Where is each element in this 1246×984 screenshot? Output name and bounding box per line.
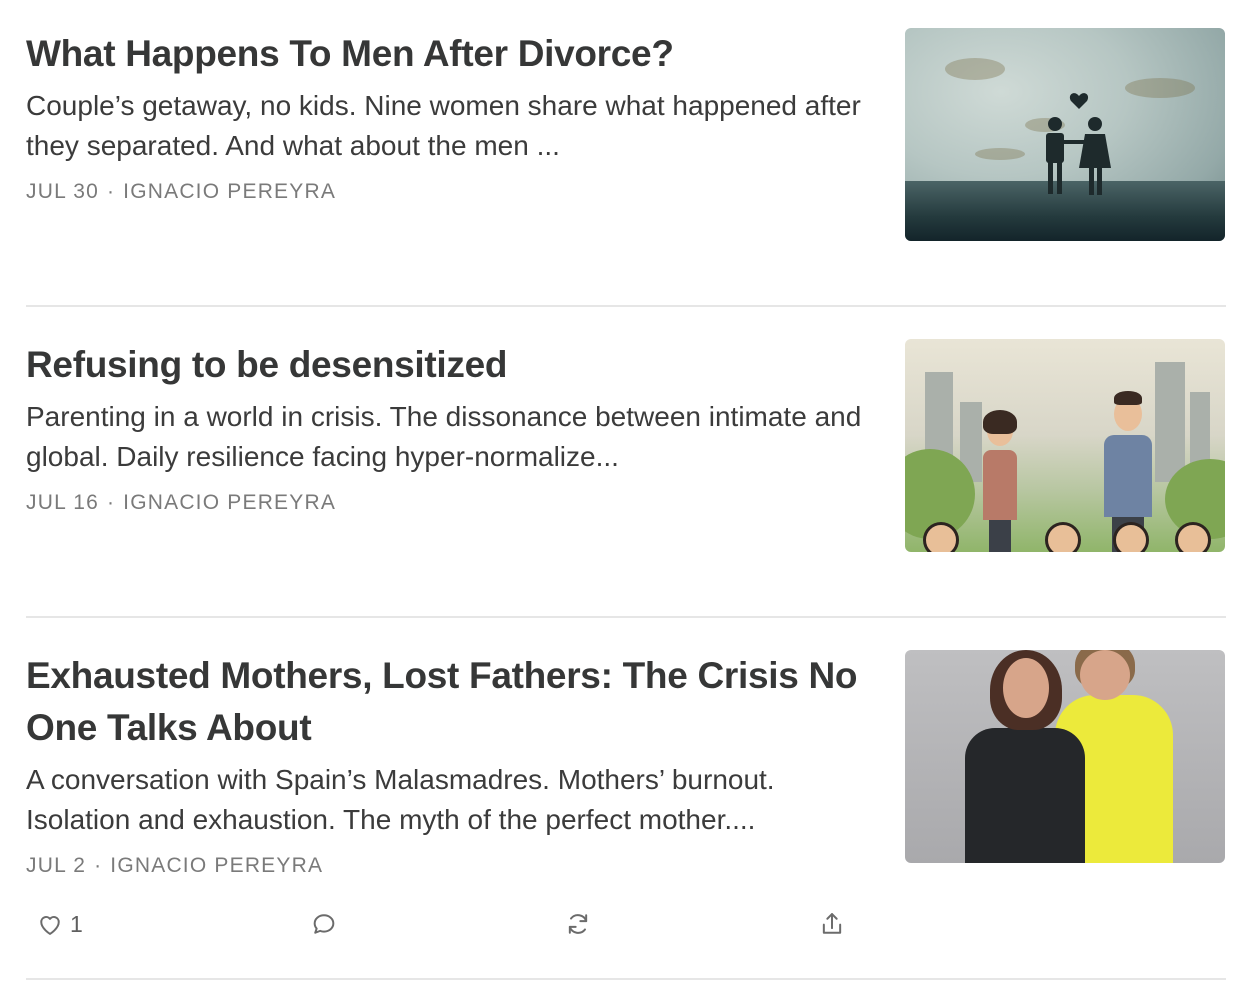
post-author[interactable]: IGNACIO PEREYRA [123, 491, 336, 514]
post-date: JUL 16 [26, 491, 99, 514]
post-action-bar: 1 [26, 902, 856, 946]
heart-icon [40, 916, 60, 935]
post-subtitle: A conversation with Spain’s Malasmadres.… [26, 764, 775, 835]
post-text: Exhausted Mothers, Lost Fathers: The Cri… [26, 650, 876, 878]
comment-icon [313, 914, 335, 934]
post-thumbnail[interactable] [905, 28, 1225, 241]
meta-separator: · [94, 854, 103, 877]
post-author[interactable]: IGNACIO PEREYRA [110, 854, 323, 877]
share-icon [822, 913, 842, 934]
post-date: JUL 2 [26, 854, 87, 877]
post-feed: What Happens To Men After Divorce? Coupl… [0, 0, 1246, 984]
post-subtitle: Couple’s getaway, no kids. Nine women sh… [26, 90, 861, 161]
post-meta: JUL 30 · IGNACIO PEREYRA [26, 180, 876, 204]
post-divider [26, 305, 1226, 307]
post-date: JUL 30 [26, 180, 99, 203]
post-subtitle: Parenting in a world in crisis. The diss… [26, 401, 862, 472]
post-title[interactable]: Refusing to be desensitized [26, 339, 876, 391]
post-thumbnail[interactable] [905, 650, 1225, 863]
post-divider [26, 616, 1226, 618]
restack-button[interactable] [564, 902, 592, 946]
post-title[interactable]: What Happens To Men After Divorce? [26, 28, 876, 80]
like-count: 1 [70, 910, 83, 937]
comment-button[interactable] [310, 902, 338, 946]
like-button[interactable]: 1 [36, 902, 83, 946]
post-title[interactable]: Exhausted Mothers, Lost Fathers: The Cri… [26, 650, 876, 754]
post-meta: JUL 2 · IGNACIO PEREYRA [26, 854, 876, 878]
restack-icon [568, 914, 588, 934]
share-button[interactable] [818, 902, 846, 946]
post-thumbnail[interactable] [905, 339, 1225, 552]
post-divider [26, 978, 1226, 980]
post-text: Refusing to be desensitized Parenting in… [26, 339, 876, 515]
post-text: What Happens To Men After Divorce? Coupl… [26, 28, 876, 204]
stick-figures-icon [1046, 93, 1111, 195]
post-author[interactable]: IGNACIO PEREYRA [123, 180, 336, 203]
meta-separator: · [106, 491, 116, 514]
meta-separator: · [106, 180, 116, 203]
post-meta: JUL 16 · IGNACIO PEREYRA [26, 491, 876, 515]
